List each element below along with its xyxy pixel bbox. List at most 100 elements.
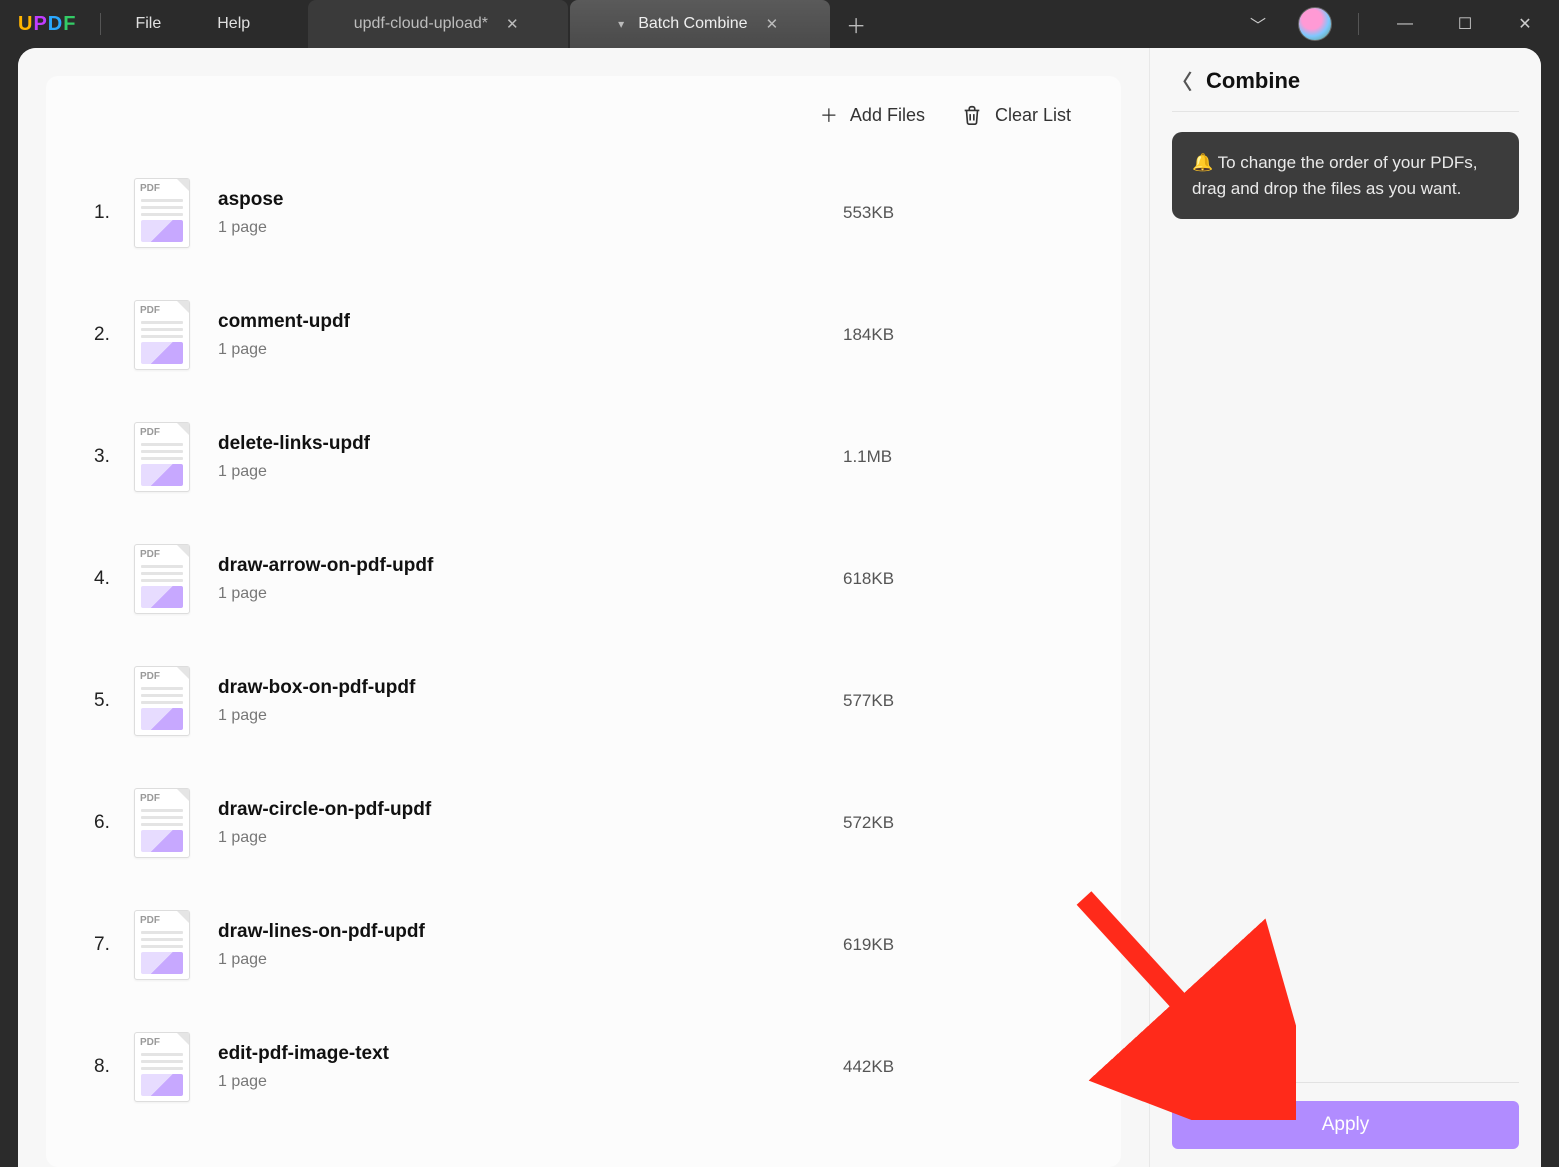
tab-label: updf-cloud-upload* xyxy=(354,15,488,33)
tip-text: To change the order of your PDFs, drag a… xyxy=(1192,153,1477,198)
bell-icon: 🔔 xyxy=(1192,153,1213,172)
file-meta: draw-box-on-pdf-updf 1 page xyxy=(218,677,843,725)
pdf-thumbnail-icon xyxy=(134,178,190,248)
plus-icon: ＋ xyxy=(820,102,838,128)
add-files-label: Add Files xyxy=(850,105,925,126)
row-index: 7. xyxy=(94,934,134,956)
chevron-down-icon[interactable]: ﹀ xyxy=(1238,4,1278,44)
menu-help[interactable]: Help xyxy=(189,15,278,33)
file-meta: comment-updf 1 page xyxy=(218,311,843,359)
pdf-thumbnail-icon xyxy=(134,788,190,858)
clear-list-label: Clear List xyxy=(995,105,1071,126)
chevron-down-icon[interactable]: ▾ xyxy=(618,17,624,31)
file-meta: aspose 1 page xyxy=(218,189,843,237)
file-size: 572KB xyxy=(843,813,1073,833)
file-name: draw-box-on-pdf-updf xyxy=(218,677,843,699)
file-pages: 1 page xyxy=(218,1073,843,1091)
file-row[interactable]: 8. edit-pdf-image-text 1 page 442KB xyxy=(86,1006,1081,1128)
file-row[interactable]: 6. draw-circle-on-pdf-updf 1 page 572KB xyxy=(86,762,1081,884)
pdf-thumbnail-icon xyxy=(134,300,190,370)
file-pages: 1 page xyxy=(218,585,843,603)
file-pages: 1 page xyxy=(218,463,843,481)
side-panel-title: Combine xyxy=(1206,68,1300,94)
side-panel: 〈 Combine 🔔 To change the order of your … xyxy=(1149,48,1541,1167)
file-list-card: ＋ Add Files Clear List 1. aspose 1 page … xyxy=(46,76,1121,1167)
title-bar: UPDF File Help updf-cloud-upload* ✕ ▾ Ba… xyxy=(0,0,1559,48)
file-row[interactable]: 4. draw-arrow-on-pdf-updf 1 page 618KB xyxy=(86,518,1081,640)
close-icon[interactable]: ✕ xyxy=(762,11,783,37)
file-size: 553KB xyxy=(843,203,1073,223)
file-row[interactable]: 5. draw-box-on-pdf-updf 1 page 577KB xyxy=(86,640,1081,762)
add-files-button[interactable]: ＋ Add Files xyxy=(820,102,925,128)
side-panel-header: 〈 Combine xyxy=(1172,66,1519,112)
file-name: draw-lines-on-pdf-updf xyxy=(218,921,843,943)
separator xyxy=(100,13,101,35)
file-meta: draw-lines-on-pdf-updf 1 page xyxy=(218,921,843,969)
row-index: 6. xyxy=(94,812,134,834)
file-meta: draw-circle-on-pdf-updf 1 page xyxy=(218,799,843,847)
file-size: 442KB xyxy=(843,1057,1073,1077)
tab-batch-combine[interactable]: ▾ Batch Combine ✕ xyxy=(570,0,830,48)
maximize-icon[interactable]: ☐ xyxy=(1445,4,1485,44)
avatar[interactable] xyxy=(1298,7,1332,41)
row-index: 1. xyxy=(94,202,134,224)
pdf-thumbnail-icon xyxy=(134,666,190,736)
file-size: 184KB xyxy=(843,325,1073,345)
file-meta: delete-links-updf 1 page xyxy=(218,433,843,481)
app-logo: UPDF xyxy=(0,13,94,36)
file-meta: draw-arrow-on-pdf-updf 1 page xyxy=(218,555,843,603)
pdf-thumbnail-icon xyxy=(134,1032,190,1102)
file-row[interactable]: 2. comment-updf 1 page 184KB xyxy=(86,274,1081,396)
file-row[interactable]: 7. draw-lines-on-pdf-updf 1 page 619KB xyxy=(86,884,1081,1006)
row-index: 4. xyxy=(94,568,134,590)
file-meta: edit-pdf-image-text 1 page xyxy=(218,1043,843,1091)
clear-list-button[interactable]: Clear List xyxy=(961,102,1071,128)
trash-icon xyxy=(961,104,983,126)
list-toolbar: ＋ Add Files Clear List xyxy=(86,86,1081,152)
row-index: 8. xyxy=(94,1056,134,1078)
back-icon[interactable]: 〈 xyxy=(1172,66,1196,95)
apply-section: Apply xyxy=(1172,1082,1519,1149)
file-name: draw-arrow-on-pdf-updf xyxy=(218,555,843,577)
pdf-thumbnail-icon xyxy=(134,422,190,492)
workspace: ＋ Add Files Clear List 1. aspose 1 page … xyxy=(18,48,1541,1167)
separator xyxy=(1358,13,1359,35)
logo-letter: D xyxy=(48,13,63,35)
file-size: 619KB xyxy=(843,935,1073,955)
file-pages: 1 page xyxy=(218,951,843,969)
tip-box: 🔔 To change the order of your PDFs, drag… xyxy=(1172,132,1519,219)
file-name: edit-pdf-image-text xyxy=(218,1043,843,1065)
file-size: 618KB xyxy=(843,569,1073,589)
minimize-icon[interactable]: — xyxy=(1385,4,1425,44)
file-name: delete-links-updf xyxy=(218,433,843,455)
row-index: 2. xyxy=(94,324,134,346)
file-list-panel: ＋ Add Files Clear List 1. aspose 1 page … xyxy=(18,48,1149,1167)
pdf-thumbnail-icon xyxy=(134,910,190,980)
file-name: comment-updf xyxy=(218,311,843,333)
logo-letter: U xyxy=(18,13,33,35)
file-size: 1.1MB xyxy=(843,447,1073,467)
file-pages: 1 page xyxy=(218,219,843,237)
close-icon[interactable]: ✕ xyxy=(502,11,523,37)
logo-letter: P xyxy=(33,13,47,35)
tab-strip: updf-cloud-upload* ✕ ▾ Batch Combine ✕ ＋ xyxy=(308,0,880,48)
logo-letter: F xyxy=(63,13,76,35)
close-window-icon[interactable]: ✕ xyxy=(1505,4,1545,44)
file-pages: 1 page xyxy=(218,707,843,725)
file-pages: 1 page xyxy=(218,829,843,847)
file-row[interactable]: 1. aspose 1 page 553KB xyxy=(86,152,1081,274)
file-size: 577KB xyxy=(843,691,1073,711)
file-name: draw-circle-on-pdf-updf xyxy=(218,799,843,821)
tab-document[interactable]: updf-cloud-upload* ✕ xyxy=(308,0,568,48)
new-tab-button[interactable]: ＋ xyxy=(832,0,880,48)
file-row[interactable]: 3. delete-links-updf 1 page 1.1MB xyxy=(86,396,1081,518)
row-index: 5. xyxy=(94,690,134,712)
pdf-thumbnail-icon xyxy=(134,544,190,614)
apply-button[interactable]: Apply xyxy=(1172,1101,1519,1149)
row-index: 3. xyxy=(94,446,134,468)
file-pages: 1 page xyxy=(218,341,843,359)
tab-label: Batch Combine xyxy=(638,15,747,33)
menu-file[interactable]: File xyxy=(107,15,189,33)
titlebar-right: ﹀ — ☐ ✕ xyxy=(1238,4,1559,44)
file-name: aspose xyxy=(218,189,843,211)
